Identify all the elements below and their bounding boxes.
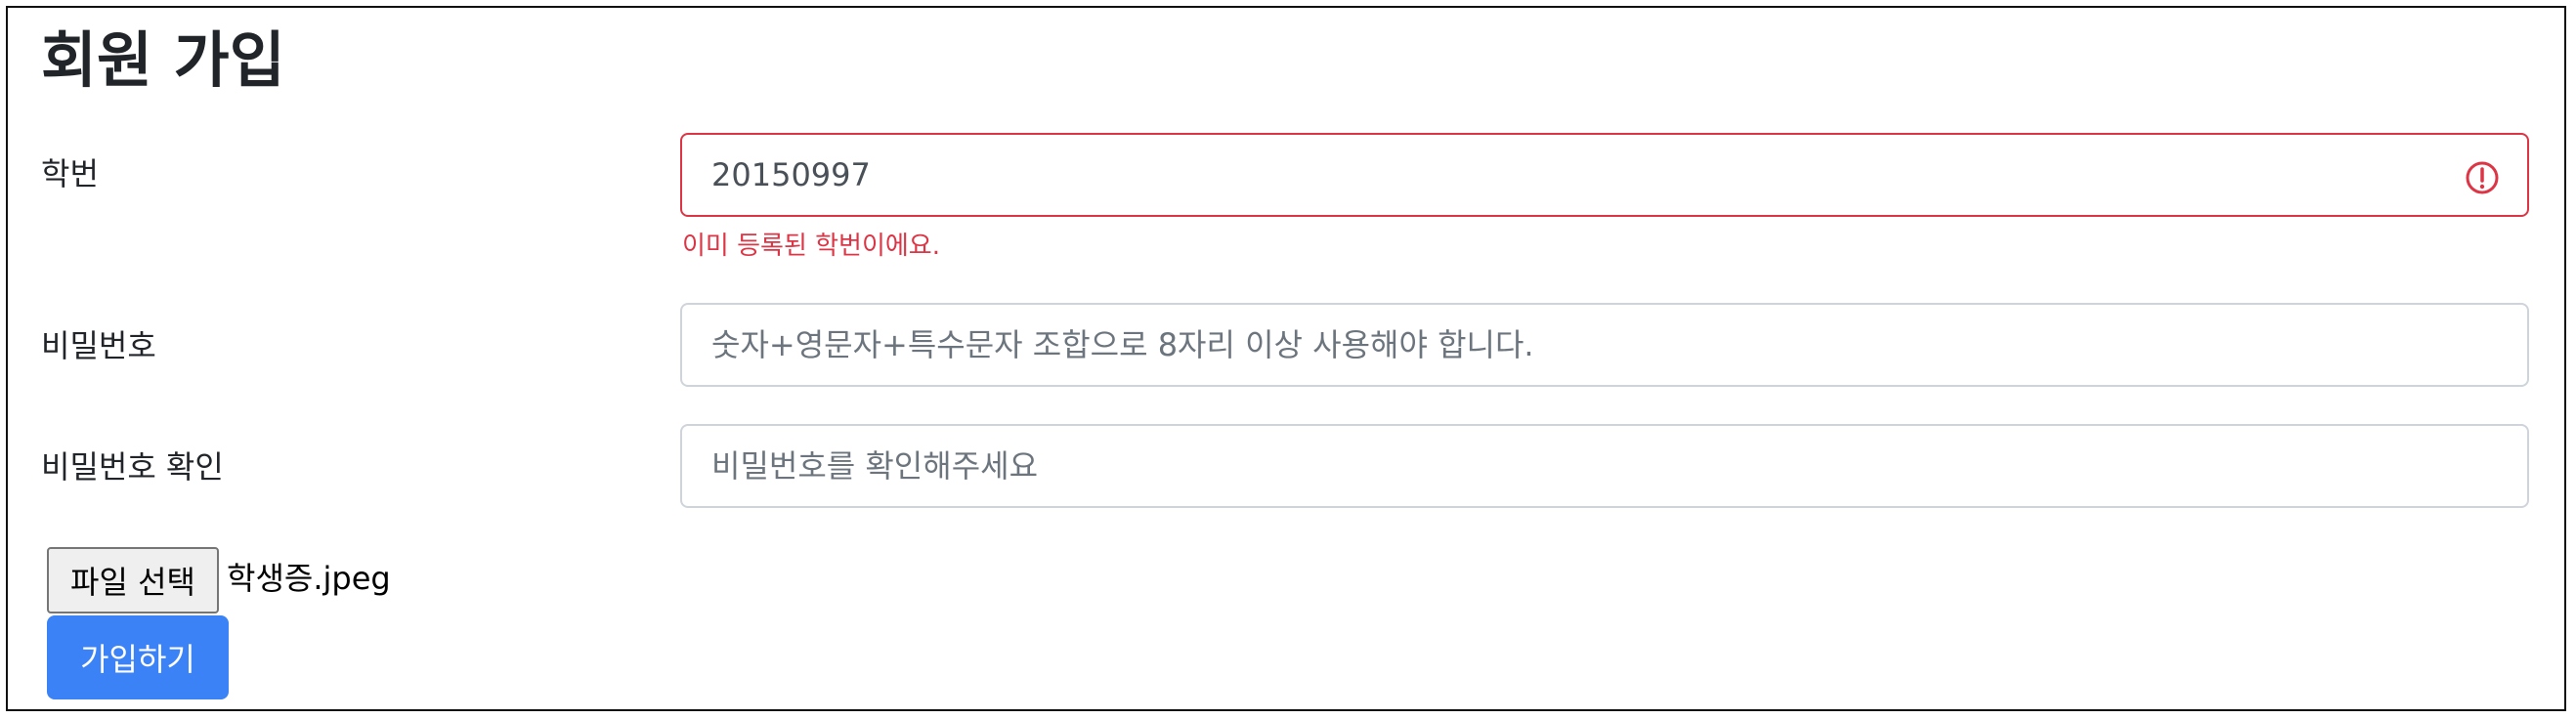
student-id-label: 학번 — [41, 155, 99, 192]
password-confirm-input[interactable] — [680, 424, 2529, 508]
file-select-button[interactable]: 파일 선택 — [47, 547, 219, 613]
student-id-input[interactable] — [680, 133, 2529, 217]
page-title: 회원 가입 — [41, 24, 285, 96]
exclamation-circle-icon — [2466, 161, 2499, 194]
student-id-error: 이미 등록된 학번이에요. — [682, 232, 940, 261]
selected-file-name: 학생증.jpeg — [227, 560, 391, 597]
password-input[interactable] — [680, 303, 2529, 387]
signup-submit-button[interactable]: 가입하기 — [47, 615, 229, 699]
signup-form-container: 회원 가입 학번 이미 등록된 학번이에요. 비밀번호 비밀번호 확인 파일 선… — [6, 6, 2566, 711]
password-label: 비밀번호 — [41, 327, 156, 364]
password-confirm-label: 비밀번호 확인 — [41, 448, 224, 486]
